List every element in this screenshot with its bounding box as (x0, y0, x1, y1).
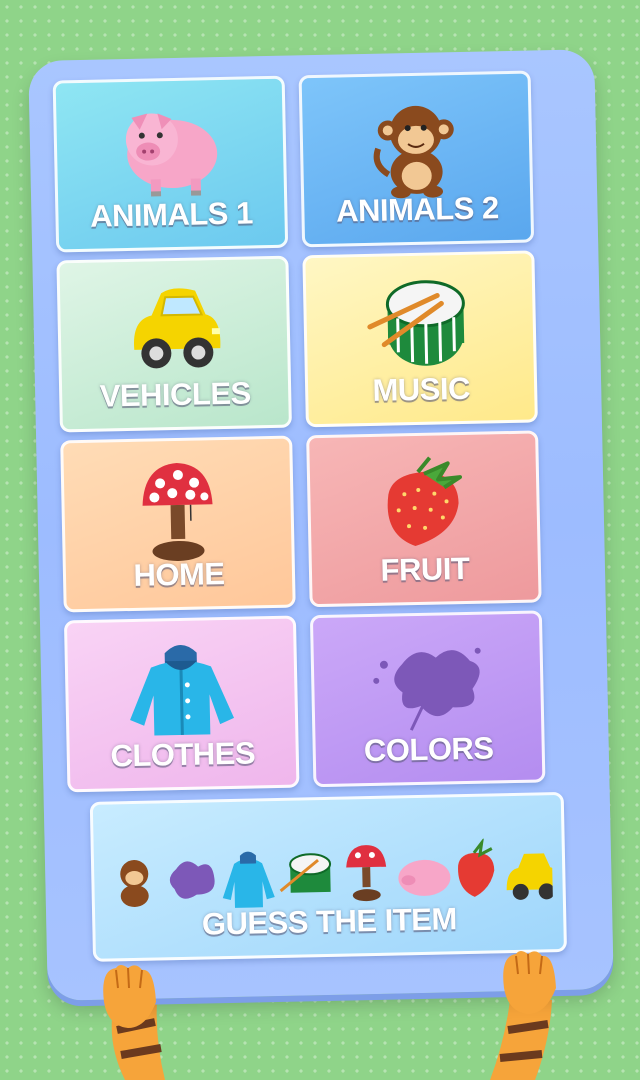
category-animals-2-button[interactable]: ANIMALS 2 (298, 70, 535, 248)
category-home-button[interactable]: HOME (60, 435, 296, 613)
category-label: COLORS (363, 730, 494, 769)
tiger-paw-right (503, 951, 556, 1014)
pig-icon (398, 859, 451, 896)
drum-icon (279, 853, 332, 893)
monkey-icon (373, 105, 454, 199)
lamp-icon (142, 463, 213, 562)
category-fruit-button[interactable]: FRUIT (306, 430, 542, 608)
lamp-icon (346, 845, 387, 902)
strawberry-icon (387, 456, 463, 547)
paint-splat-icon (373, 647, 481, 731)
jacket-icon (130, 644, 235, 736)
category-music-button[interactable]: MUSIC (302, 250, 538, 428)
guess-the-item-button[interactable]: GUESS THE ITEM (89, 791, 567, 962)
car-icon (133, 288, 221, 369)
category-vehicles-button[interactable]: VEHICLES (56, 255, 292, 433)
strawberry-icon (458, 837, 495, 897)
category-clothes-button[interactable]: CLOTHES (63, 615, 300, 793)
category-label: HOME (133, 556, 225, 593)
tiger-paw-left (103, 965, 156, 1028)
jacket-icon (222, 851, 275, 908)
category-label: ANIMALS 2 (335, 190, 500, 229)
app-screen: { "menu": { "categories": [ {"id":"anima… (0, 0, 640, 1080)
category-label: FRUIT (380, 550, 470, 588)
category-colors-button[interactable]: COLORS (309, 610, 546, 788)
category-label: CLOTHES (110, 735, 256, 774)
car-icon (506, 853, 554, 900)
monkey-icon (120, 859, 149, 907)
drum-icon (367, 280, 465, 366)
pig-icon (125, 113, 218, 197)
category-label: VEHICLES (99, 375, 252, 414)
category-label: MUSIC (372, 370, 471, 408)
category-animals-1-button[interactable]: ANIMALS 1 (52, 75, 289, 253)
category-board: ANIMALS 1 ANIMALS 2 VEHICLES MUSIC HOME … (28, 49, 614, 1001)
paint-splat-icon (169, 861, 215, 899)
category-label: ANIMALS 1 (89, 195, 254, 234)
